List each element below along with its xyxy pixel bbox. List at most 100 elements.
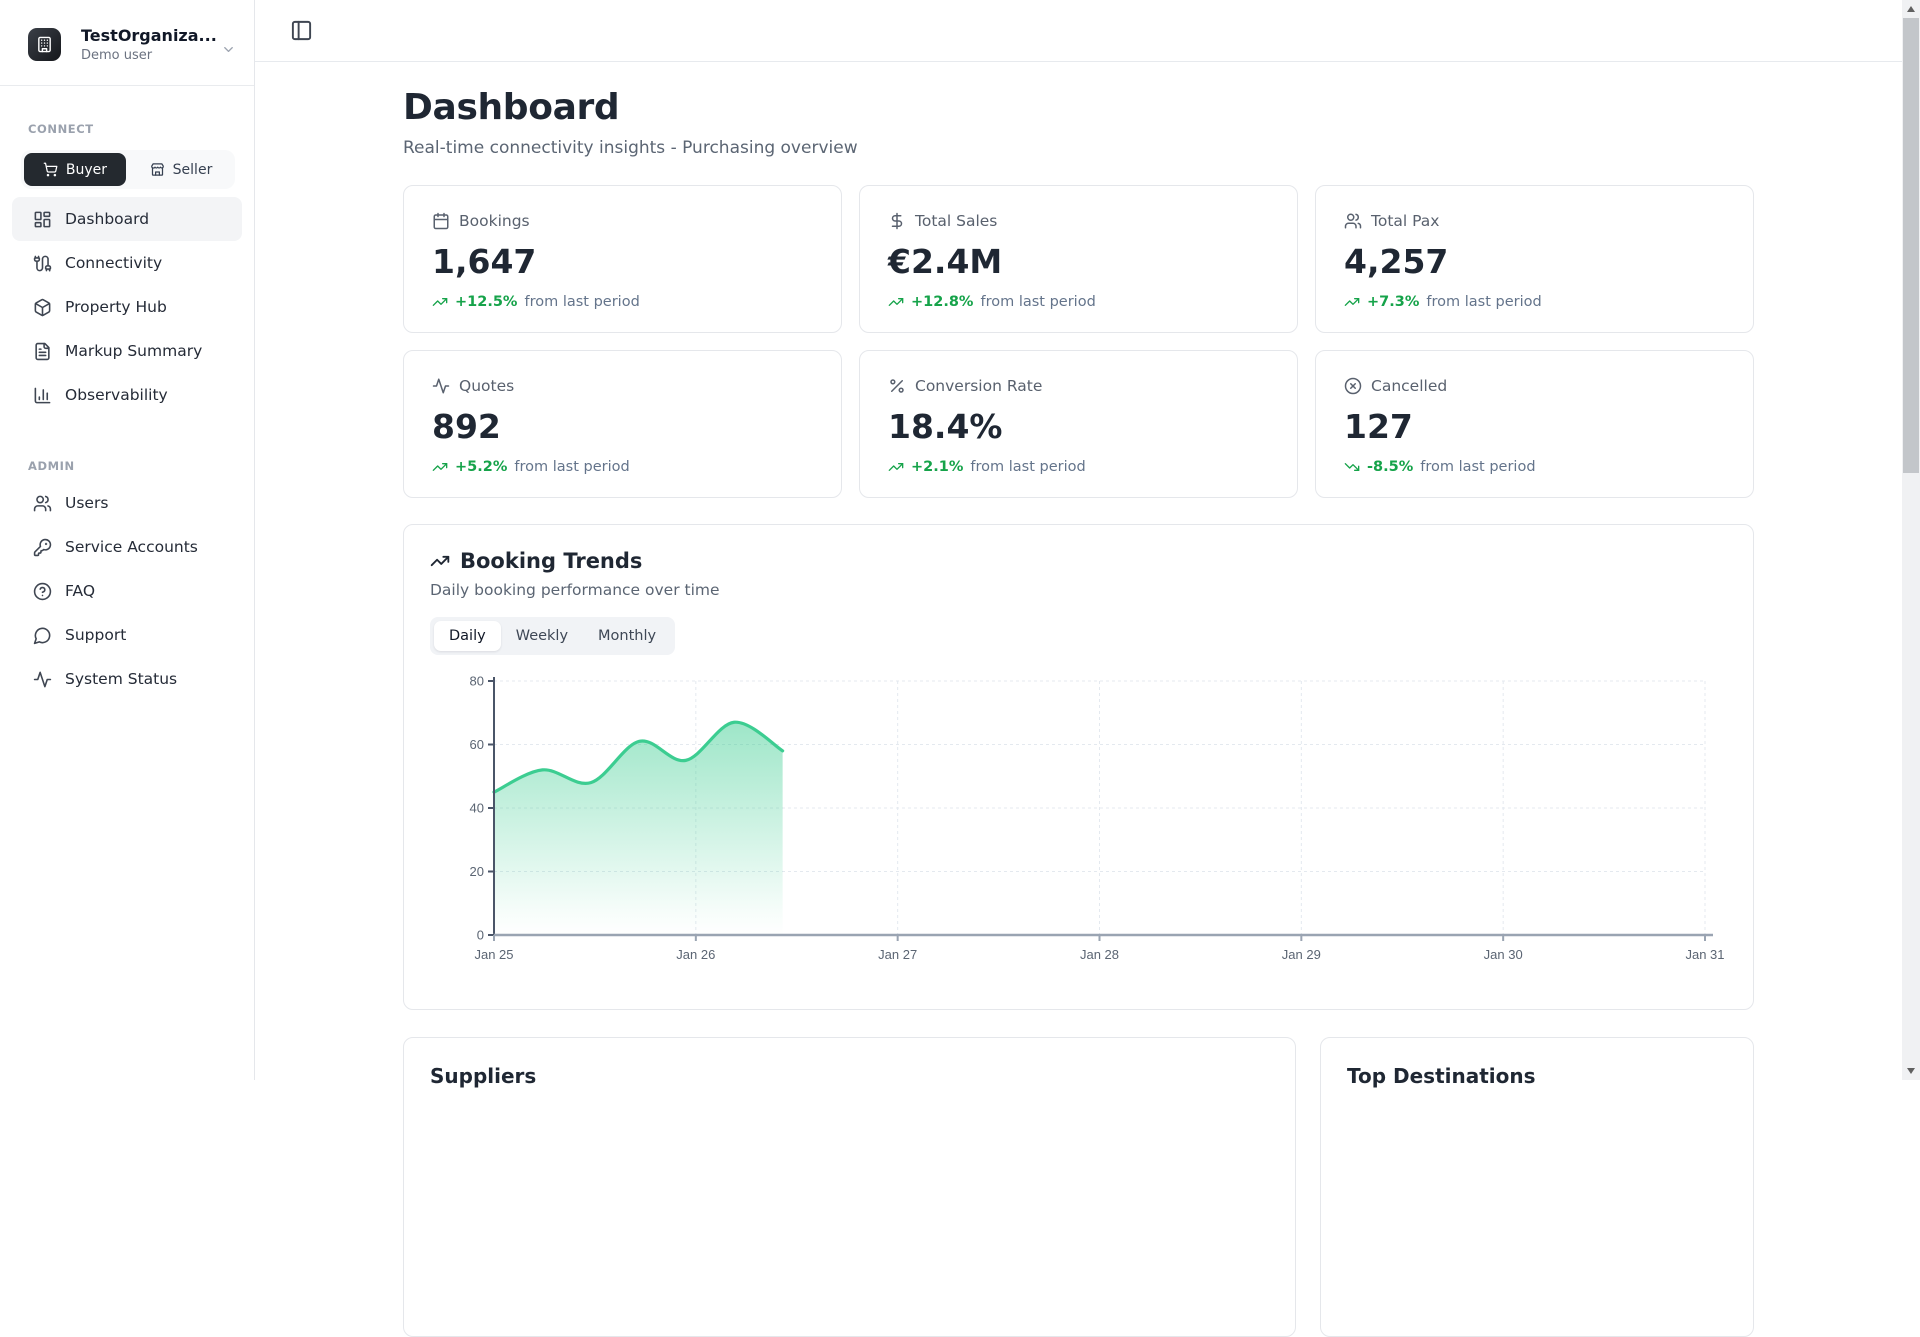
stat-trend-suffix: from last period: [514, 459, 630, 475]
help-circle-icon: [33, 582, 52, 601]
buyer-label: Buyer: [65, 161, 108, 178]
stat-trend-suffix: from last period: [524, 294, 640, 310]
svg-text:Jan 28: Jan 28: [1080, 947, 1119, 962]
sidebar-item-label: Support: [65, 626, 127, 644]
sidebar-item-service-accounts[interactable]: Service Accounts: [12, 525, 242, 569]
svg-text:Jan 25: Jan 25: [474, 947, 513, 962]
seller-toggle-button[interactable]: Seller: [130, 153, 232, 186]
sidebar-item-support[interactable]: Support: [12, 613, 242, 657]
message-circle-icon: [33, 626, 52, 645]
main-area: Dashboard Real-time connectivity insight…: [255, 0, 1902, 1337]
sidebar-item-observability[interactable]: Observability: [12, 373, 242, 417]
org-switcher[interactable]: TestOrganiza... Demo user: [0, 0, 254, 86]
top-destinations-title: Top Destinations: [1347, 1064, 1536, 1088]
panel-left-icon: [290, 19, 313, 42]
stat-value: 892: [432, 407, 501, 446]
stat-trend-suffix: from last period: [970, 459, 1086, 475]
sidebar-item-property-hub[interactable]: Property Hub: [12, 285, 242, 329]
sidebar-item-markup-summary[interactable]: Markup Summary: [12, 329, 242, 373]
users-icon: [1344, 212, 1362, 230]
stat-label: Total Sales: [915, 212, 998, 230]
sidebar-item-label: System Status: [65, 670, 178, 688]
stat-card-total-sales: Total Sales €2.4M +12.8% from last perio…: [859, 185, 1298, 333]
stat-value: €2.4M: [888, 242, 1003, 281]
sidebar-item-users[interactable]: Users: [12, 481, 242, 525]
stat-label: Bookings: [459, 212, 530, 230]
org-avatar: [28, 28, 61, 61]
chevron-down-icon[interactable]: [221, 42, 236, 57]
tab-daily[interactable]: Daily: [434, 621, 501, 651]
svg-text:Jan 31: Jan 31: [1685, 947, 1724, 962]
stat-trend-percent: +5.2%: [455, 459, 508, 475]
scrollbar-thumb[interactable]: [1903, 18, 1919, 473]
trend-period-tabs: Daily Weekly Monthly: [430, 617, 676, 655]
sidebar-item-label: Observability: [65, 386, 168, 404]
stat-card-cancelled: Cancelled 127 -8.5% from last period: [1315, 350, 1754, 498]
stat-card-total-pax: Total Pax 4,257 +7.3% from last period: [1315, 185, 1754, 333]
stat-value: 127: [1344, 407, 1413, 446]
key-icon: [33, 538, 52, 557]
sidebar-item-label: Dashboard: [65, 210, 150, 228]
stat-label: Total Pax: [1371, 212, 1440, 230]
svg-text:Jan 27: Jan 27: [878, 947, 917, 962]
suppliers-card: Suppliers: [403, 1037, 1296, 1337]
stat-trend-percent: +12.8%: [911, 294, 974, 310]
vertical-scrollbar[interactable]: [1902, 0, 1920, 1080]
circle-x-icon: [1344, 377, 1362, 395]
stat-trend-percent: +12.5%: [455, 294, 518, 310]
sidebar-item-label: Users: [65, 494, 109, 512]
scrollbar-up-arrow[interactable]: [1902, 0, 1920, 18]
stat-value: 18.4%: [888, 407, 1003, 446]
booking-trends-title: Booking Trends: [460, 549, 643, 573]
percent-icon: [888, 377, 906, 395]
svg-text:0: 0: [477, 928, 484, 943]
booking-trends-card: Booking Trends Daily booking performance…: [403, 524, 1754, 1010]
top-destinations-card: Top Destinations: [1320, 1037, 1754, 1337]
store-icon: [150, 162, 165, 177]
role-toggle: Buyer Seller: [21, 150, 235, 189]
stat-value: 4,257: [1344, 242, 1449, 281]
tab-weekly[interactable]: Weekly: [501, 621, 583, 651]
connect-section-label: CONNECT: [28, 122, 94, 136]
trending-up-icon: [430, 551, 450, 571]
org-name: TestOrganiza...: [81, 26, 217, 45]
page-content: Dashboard Real-time connectivity insight…: [403, 62, 1754, 1337]
stat-trend-percent: +2.1%: [911, 459, 964, 475]
trending-up-icon: [888, 459, 904, 475]
svg-text:80: 80: [470, 674, 484, 689]
file-text-icon: [33, 342, 52, 361]
sidebar-item-label: Service Accounts: [65, 538, 198, 556]
sidebar: TestOrganiza... Demo user CONNECT Buyer …: [0, 0, 255, 1080]
seller-label: Seller: [172, 161, 213, 178]
tab-monthly[interactable]: Monthly: [583, 621, 671, 651]
trending-up-icon: [1344, 294, 1360, 310]
trending-up-icon: [432, 459, 448, 475]
booking-trends-subtitle: Daily booking performance over time: [430, 581, 720, 599]
stat-trend-suffix: from last period: [1426, 294, 1542, 310]
stat-label: Conversion Rate: [915, 377, 1043, 395]
sidebar-item-system-status[interactable]: System Status: [12, 657, 242, 701]
sidebar-toggle-button[interactable]: [283, 13, 319, 49]
sidebar-item-dashboard[interactable]: Dashboard: [12, 197, 242, 241]
chart-column-icon: [33, 386, 52, 405]
stat-trend-percent: -8.5%: [1367, 459, 1414, 475]
activity-icon: [432, 377, 450, 395]
sidebar-item-faq[interactable]: FAQ: [12, 569, 242, 613]
buyer-toggle-button[interactable]: Buyer: [24, 153, 126, 186]
bottom-cards: Suppliers Top Destinations: [403, 1037, 1754, 1337]
stat-label: Cancelled: [1371, 377, 1448, 395]
booking-trends-chart: 0 20 40 60 80 Jan 25 Jan 26 Jan 27 Jan 28 Jan 29 J…: [430, 671, 1727, 975]
stat-card-conversion-rate: Conversion Rate 18.4% +2.1% from last pe…: [859, 350, 1298, 498]
activity-icon: [33, 670, 52, 689]
suppliers-title: Suppliers: [430, 1064, 537, 1088]
sidebar-item-label: Property Hub: [65, 298, 167, 316]
scrollbar-down-arrow[interactable]: [1902, 1062, 1920, 1080]
stat-value: 1,647: [432, 242, 537, 281]
cable-icon: [33, 254, 52, 273]
stats-grid: Bookings 1,647 +12.5% from last period T…: [403, 185, 1754, 498]
sidebar-item-label: Connectivity: [65, 254, 163, 272]
page-subtitle: Real-time connectivity insights - Purcha…: [403, 138, 858, 158]
sidebar-item-connectivity[interactable]: Connectivity: [12, 241, 242, 285]
stat-trend-suffix: from last period: [980, 294, 1096, 310]
shopping-cart-icon: [43, 162, 58, 177]
